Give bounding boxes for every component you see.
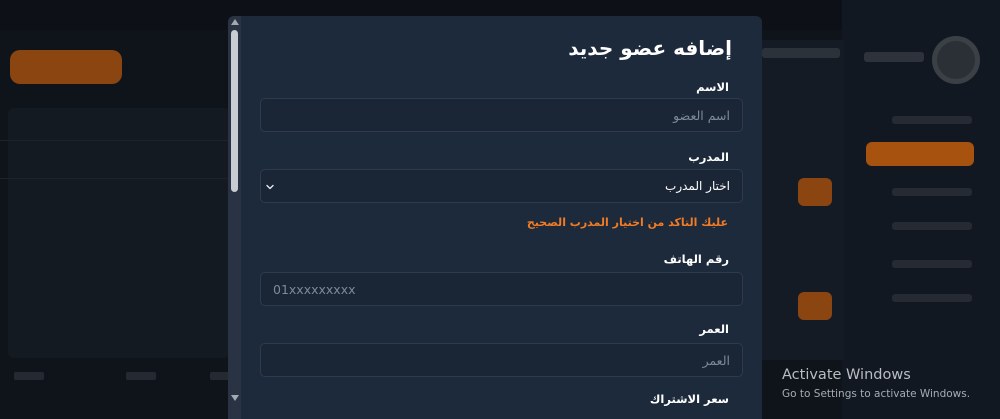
background-add-button xyxy=(10,50,122,84)
chevron-down-icon xyxy=(266,184,274,190)
sidebar-item xyxy=(892,222,972,230)
coach-select-value: اختار المدرب xyxy=(665,179,730,193)
table-row-divider xyxy=(0,178,230,179)
coach-error-message: عليك التاكد من اختيار المدرب الصحيح xyxy=(526,216,728,229)
scrollbar-thumb[interactable] xyxy=(231,30,238,192)
price-label: سعر الاشتراك xyxy=(649,392,729,406)
background-sidebar xyxy=(842,0,1000,419)
name-label: الاسم xyxy=(696,80,729,94)
background-action xyxy=(798,178,832,206)
age-label: العمر xyxy=(699,322,729,336)
table-cell xyxy=(14,372,44,380)
coach-label: المدرب xyxy=(688,150,729,164)
add-member-modal: إضافه عضو جديد الاسم المدرب اختار المدرب… xyxy=(228,16,762,419)
modal-title: إضافه عضو جديد xyxy=(568,36,732,60)
arrow-up-icon[interactable] xyxy=(231,19,239,25)
sidebar-item xyxy=(892,116,972,124)
sidebar-item xyxy=(892,188,972,196)
phone-label: رقم الهاتف xyxy=(663,252,729,266)
name-input[interactable] xyxy=(260,98,743,132)
logo xyxy=(932,36,980,84)
activate-windows-title: Activate Windows xyxy=(782,367,911,383)
background-action xyxy=(798,292,832,320)
table-cell xyxy=(126,372,156,380)
sidebar-item xyxy=(892,294,972,302)
arrow-down-icon[interactable] xyxy=(231,395,239,401)
phone-input[interactable] xyxy=(260,272,743,306)
background-panel-title xyxy=(762,48,840,58)
coach-select[interactable]: اختار المدرب xyxy=(260,169,743,203)
modal-scrollbar[interactable] xyxy=(228,16,241,419)
brand-name xyxy=(864,52,924,62)
sidebar-item-active xyxy=(866,142,974,166)
table-row-divider xyxy=(0,140,230,141)
age-input[interactable] xyxy=(260,343,743,377)
background-table xyxy=(8,108,230,358)
sidebar-item xyxy=(892,260,972,268)
activate-windows-subtitle: Go to Settings to activate Windows. xyxy=(782,388,971,400)
